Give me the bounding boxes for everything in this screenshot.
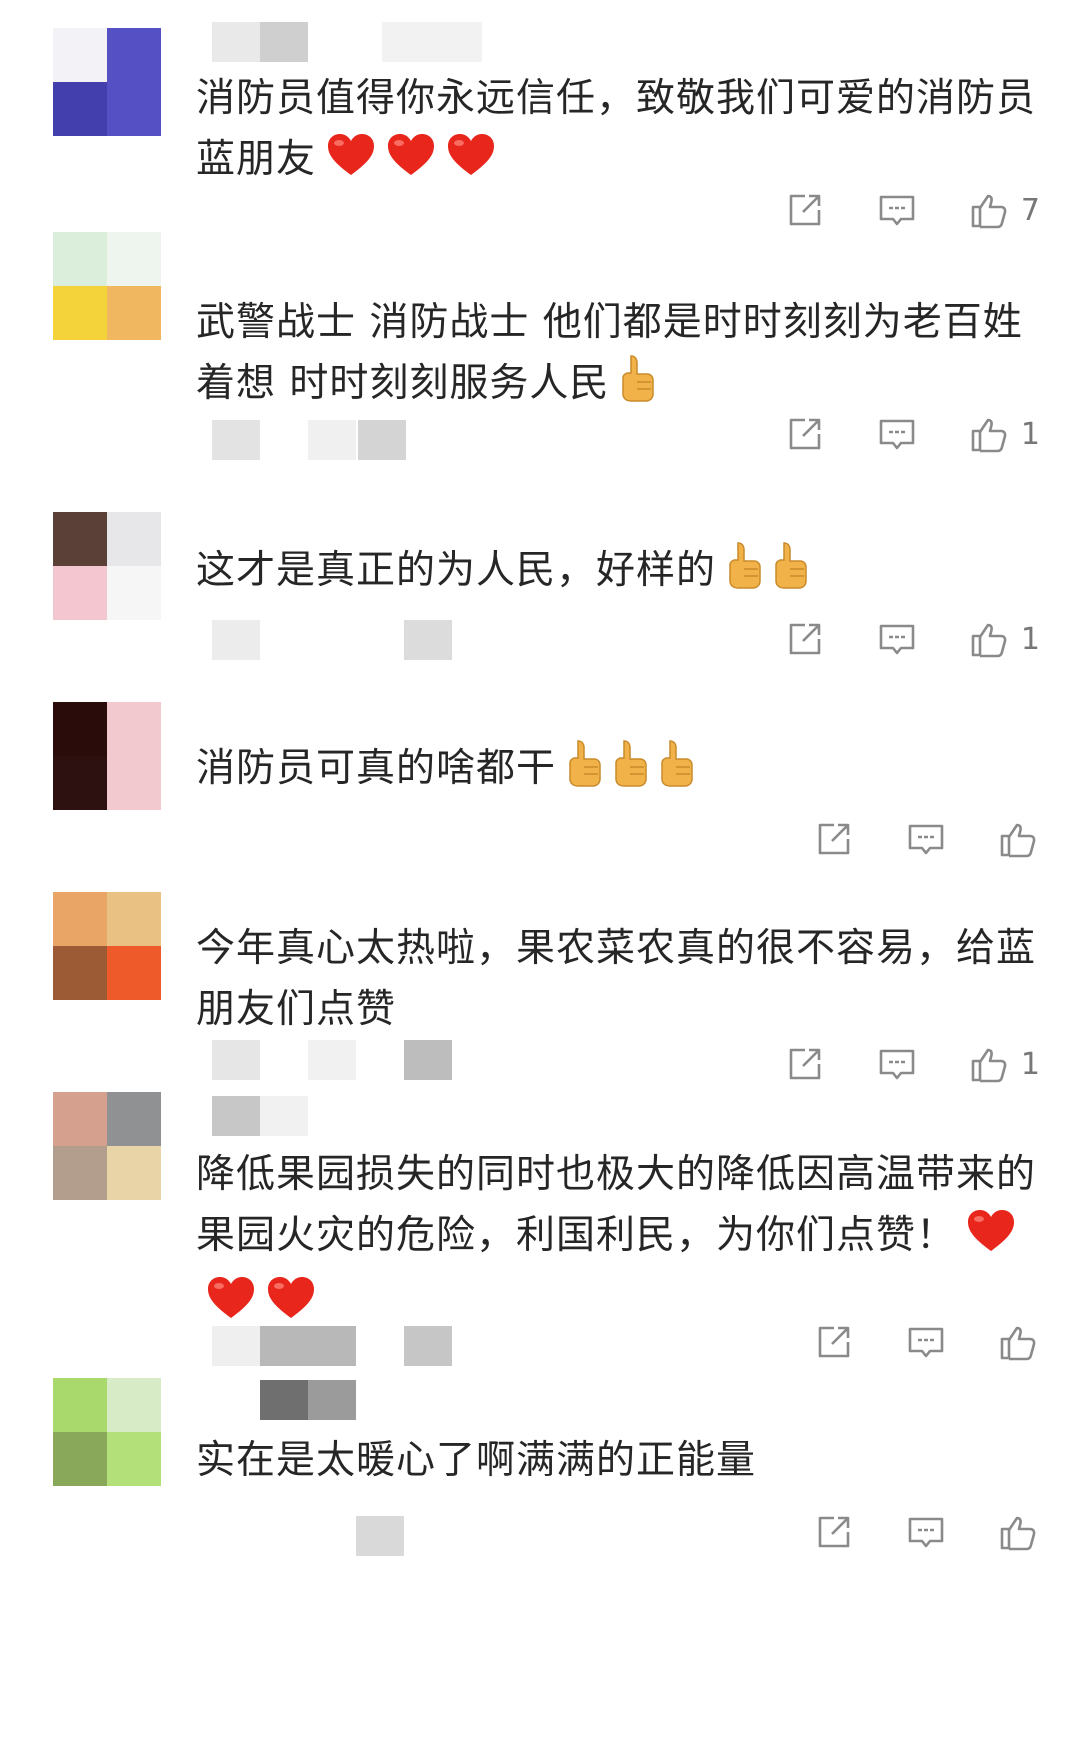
like-icon: [967, 617, 1011, 661]
thumbs-up-emoji-icon: [726, 541, 762, 607]
avatar[interactable]: [53, 28, 161, 136]
heart-emoji-icon: [966, 1208, 1016, 1272]
share-button[interactable]: [783, 1042, 827, 1086]
like-icon: [967, 412, 1011, 456]
reply-button[interactable]: [875, 1042, 919, 1086]
comment-text-content: 这才是真正的为人民，好样的: [196, 548, 717, 593]
like-icon: [967, 1042, 1011, 1086]
share-icon: [783, 188, 827, 232]
avatar[interactable]: [53, 1092, 161, 1200]
like-count: 1: [1020, 621, 1040, 657]
thumbs-up-emoji-icon: [612, 739, 648, 805]
comment-text: 这才是真正的为人民，好样的: [196, 540, 1056, 607]
reply-icon: [904, 1510, 948, 1554]
heart-emoji-icon: [326, 132, 376, 196]
comment-text-content: 降低果园损失的同时也极大的降低因高温带来的果园火灾的危险，利国利民，为你们点赞！: [196, 1152, 1037, 1258]
like-button[interactable]: [996, 817, 1040, 861]
like-count: 1: [1020, 1046, 1040, 1082]
avatar[interactable]: [53, 512, 161, 620]
reply-button[interactable]: [875, 412, 919, 456]
share-icon: [812, 1320, 856, 1364]
share-icon: [783, 617, 827, 661]
reply-icon: [875, 617, 919, 661]
comment-text-content: 消防员可真的啥都干: [196, 746, 557, 791]
like-icon: [967, 188, 1011, 232]
share-button[interactable]: [812, 1320, 856, 1364]
like-count: 1: [1020, 416, 1040, 452]
comment-text: 消防员值得你永远信任，致敬我们可爱的消防员蓝朋友: [196, 68, 1056, 196]
reply-button[interactable]: [875, 188, 919, 232]
like-button[interactable]: 1: [967, 1042, 1040, 1086]
comment-text: 实在是太暖心了啊满满的正能量: [196, 1430, 1056, 1491]
share-button[interactable]: [783, 188, 827, 232]
comment-text-content: 今年真心太热啦，果农菜农真的很不容易，给蓝朋友们点赞: [196, 926, 1037, 1032]
share-button[interactable]: [783, 412, 827, 456]
share-button[interactable]: [812, 1510, 856, 1554]
reply-button[interactable]: [904, 1510, 948, 1554]
comment-text: 消防员可真的啥都干: [196, 738, 1056, 805]
comment-actions: 1: [735, 410, 1040, 458]
like-icon: [996, 1320, 1040, 1364]
heart-emoji-icon: [446, 132, 496, 196]
comment-text-content: 消防员值得你永远信任，致敬我们可爱的消防员蓝朋友: [196, 76, 1037, 182]
thumbs-up-emoji-icon: [772, 541, 808, 607]
comment-actions: [764, 1318, 1040, 1366]
like-button[interactable]: 7: [967, 188, 1040, 232]
comment-text-content: 武警战士 消防战士 他们都是时时刻刻为老百姓着想 时时刻刻服务人民: [196, 300, 1023, 406]
heart-emoji-icon: [206, 1275, 256, 1339]
reply-icon: [875, 188, 919, 232]
like-button[interactable]: 1: [967, 617, 1040, 661]
heart-emoji-icon: [266, 1275, 316, 1339]
avatar[interactable]: [53, 1378, 161, 1486]
reply-icon: [875, 412, 919, 456]
comment-actions: [764, 1508, 1040, 1556]
like-icon: [996, 1510, 1040, 1554]
avatar[interactable]: [53, 702, 161, 810]
reply-button[interactable]: [904, 817, 948, 861]
comment-actions: 1: [735, 1040, 1040, 1088]
like-button[interactable]: [996, 1320, 1040, 1364]
share-icon: [783, 1042, 827, 1086]
like-icon: [996, 817, 1040, 861]
comment-text-content: 实在是太暖心了啊满满的正能量: [196, 1438, 757, 1483]
like-button[interactable]: 1: [967, 412, 1040, 456]
share-icon: [812, 817, 856, 861]
thumbs-up-emoji-icon: [658, 739, 694, 805]
like-button[interactable]: [996, 1510, 1040, 1554]
reply-button[interactable]: [875, 617, 919, 661]
share-button[interactable]: [783, 617, 827, 661]
comment-text: 武警战士 消防战士 他们都是时时刻刻为老百姓着想 时时刻刻服务人民: [196, 292, 1056, 420]
thumbs-up-emoji-icon: [566, 739, 602, 805]
like-count: 7: [1020, 192, 1040, 228]
thumbs-up-emoji-icon: [619, 354, 655, 420]
comment-text: 今年真心太热啦，果农菜农真的很不容易，给蓝朋友们点赞: [196, 918, 1056, 1040]
reply-icon: [904, 817, 948, 861]
heart-emoji-icon: [386, 132, 436, 196]
avatar[interactable]: [53, 232, 161, 340]
comment-actions: [764, 815, 1040, 863]
share-button[interactable]: [812, 817, 856, 861]
reply-icon: [875, 1042, 919, 1086]
reply-button[interactable]: [904, 1320, 948, 1364]
comment-actions: 7: [735, 186, 1040, 234]
reply-icon: [904, 1320, 948, 1364]
comment-actions: 1: [735, 615, 1040, 663]
share-icon: [783, 412, 827, 456]
avatar[interactable]: [53, 892, 161, 1000]
share-icon: [812, 1510, 856, 1554]
comment-text: 降低果园损失的同时也极大的降低因高温带来的果园火灾的危险，利国利民，为你们点赞！: [196, 1144, 1056, 1339]
